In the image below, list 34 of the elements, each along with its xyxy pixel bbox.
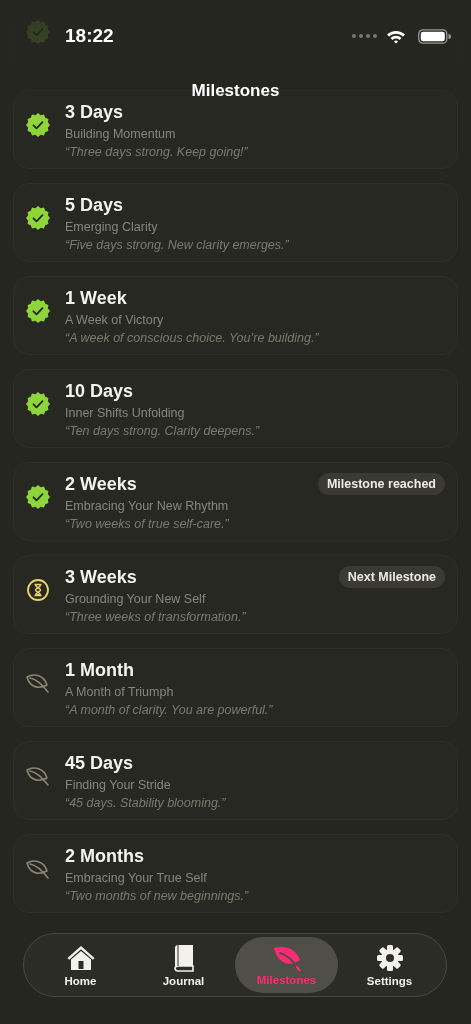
milestone-title: 2 Weeks [65, 473, 137, 495]
milestone-subtitle: Finding Your Stride [65, 777, 171, 794]
milestone-quote: “A week of conscious choice. You’re building.” [65, 330, 319, 347]
milestone-subtitle: Inner Shifts Unfolding [65, 405, 185, 422]
milestone-title: 5 Days [65, 194, 124, 216]
tab-item[interactable]: Home [29, 937, 132, 993]
tab-item[interactable]: Settings [338, 937, 441, 993]
milestone-quote: “45 days. Stability blooming.” [65, 795, 226, 812]
tab-item[interactable]: Journal [132, 937, 235, 993]
milestone-subtitle: Building Momentum [65, 126, 176, 143]
milestone-quote: “Two months of new beginnings.” [65, 888, 249, 905]
milestone-subtitle: Emerging Clarity [65, 219, 158, 236]
milestone-title: 2 Months [65, 845, 144, 867]
status-badge: Milestone reached [317, 473, 445, 495]
milestone-quote: “Three days strong. Keep going!” [65, 144, 248, 161]
milestone-title: 3 Days [65, 101, 124, 123]
milestone-quote: “Ten days strong. Clarity deepens.” [65, 423, 260, 440]
milestone-subtitle: Grounding Your New Self [65, 591, 206, 608]
milestone-quote: “Three weeks of transformation.” [65, 609, 246, 626]
milestone-quote: “Two weeks of true self-care.” [65, 516, 229, 533]
milestone-title: 1 Week [65, 287, 127, 309]
milestone-subtitle: Embracing Your New Rhythm [65, 498, 229, 515]
screen-title: Milestones [191, 81, 280, 101]
milestone-title: 1 Month [65, 659, 134, 681]
milestone-title: 10 Days [65, 380, 134, 402]
status-badge: Next Milestone [338, 566, 445, 588]
milestone-quote: “Five days strong. New clarity emerges.” [65, 237, 289, 254]
milestone-title: 3 Weeks [65, 566, 137, 588]
milestone-subtitle: Embracing Your True Self [65, 870, 207, 887]
milestone-subtitle: A Week of Victory [65, 312, 164, 329]
milestone-subtitle: A Month of Triumph [65, 684, 174, 701]
milestone-quote: “A month of clarity. You are powerful.” [65, 702, 273, 719]
status-time: 18:22 [65, 25, 115, 47]
milestone-title: 45 Days [65, 752, 134, 774]
